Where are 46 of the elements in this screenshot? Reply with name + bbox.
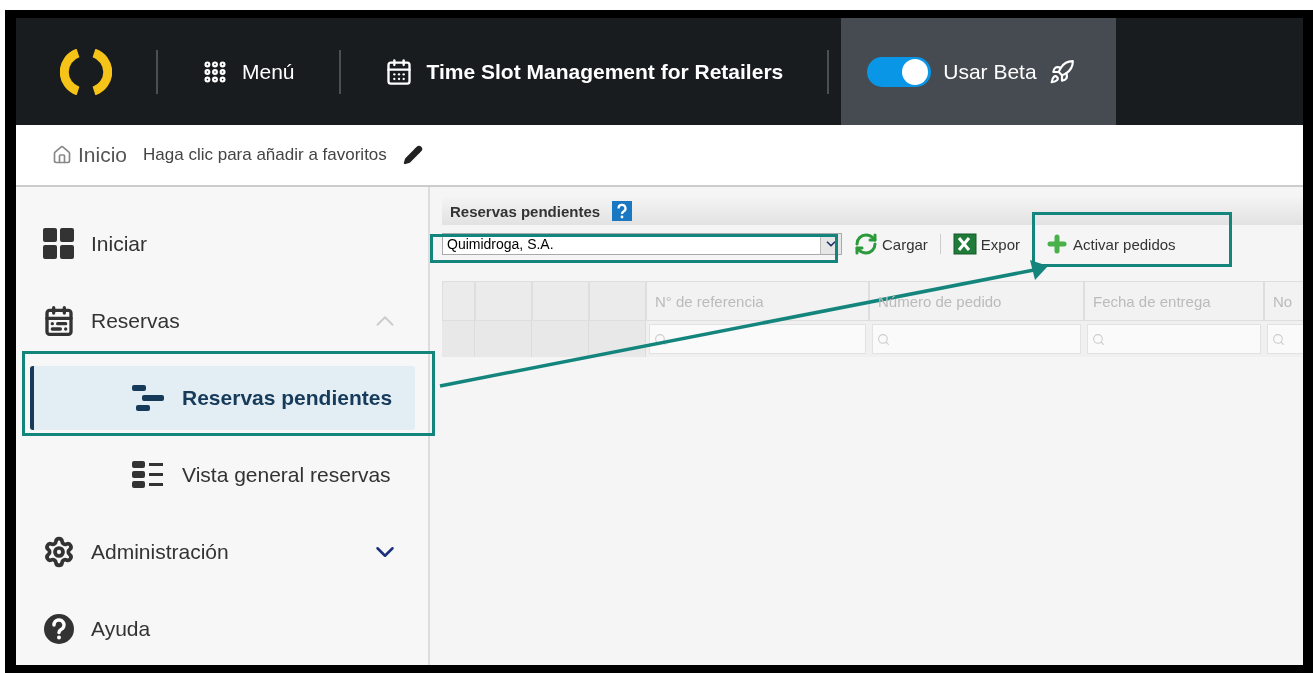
customer-select[interactable]: Quimidroga, S.A. — [442, 233, 842, 255]
beta-label: Usar Beta — [943, 59, 1037, 84]
help-icon — [43, 613, 75, 645]
calendar-icon — [384, 57, 413, 86]
toolbar-button[interactable]: Cargar — [850, 232, 932, 256]
rocket-icon — [1048, 58, 1075, 85]
sidebar-item[interactable]: Administración — [16, 520, 428, 584]
home-link[interactable]: Inicio — [52, 143, 128, 167]
sidebar-item[interactable]: Ayuda — [16, 597, 428, 661]
search-icon — [877, 332, 890, 346]
filter-field[interactable] — [649, 324, 866, 354]
table-cell — [442, 321, 475, 357]
menu-button[interactable]: Menú — [158, 58, 339, 85]
menu-icon — [202, 58, 228, 85]
spreadsheet-icon — [952, 233, 977, 255]
filter-field[interactable] — [872, 324, 1081, 354]
beta-toggle[interactable] — [867, 56, 932, 87]
sidebar-subitem[interactable]: Vista general reservas — [30, 443, 415, 507]
sidebar-subitem[interactable]: Reservas pendientes — [30, 366, 415, 430]
gantt-bars-icon — [132, 384, 166, 412]
filter-field[interactable] — [1087, 324, 1261, 354]
header-cell — [475, 281, 532, 321]
search-icon — [1272, 332, 1285, 346]
calendar-icon — [43, 305, 75, 337]
panel-title: Reservas pendientes — [450, 202, 601, 220]
sidebar-item[interactable]: Reservas — [16, 289, 428, 353]
toolbar-button[interactable]: Activar pedidos — [1041, 232, 1180, 256]
header-cell — [532, 281, 589, 321]
search-icon — [1092, 332, 1105, 346]
header-cell — [442, 281, 475, 321]
table-cell — [475, 321, 532, 357]
logo-icon — [60, 48, 112, 95]
app-title: Time Slot Management for Retailers — [426, 59, 784, 84]
sidebar-item[interactable]: Iniciar — [16, 212, 428, 276]
header-cell — [589, 281, 646, 321]
dashboard-icon — [43, 228, 75, 260]
list-icon — [132, 460, 166, 490]
table-cell — [532, 321, 589, 357]
toolbar-button[interactable]: Expor — [948, 233, 1025, 255]
favorites-hint[interactable]: Haga clic para añadir a favoritos — [143, 145, 387, 165]
home-icon — [52, 145, 72, 165]
edit-icon[interactable] — [402, 145, 423, 165]
refresh-icon — [854, 232, 878, 256]
settings-icon — [43, 536, 75, 568]
help-icon[interactable] — [612, 201, 633, 221]
search-icon — [654, 332, 667, 346]
